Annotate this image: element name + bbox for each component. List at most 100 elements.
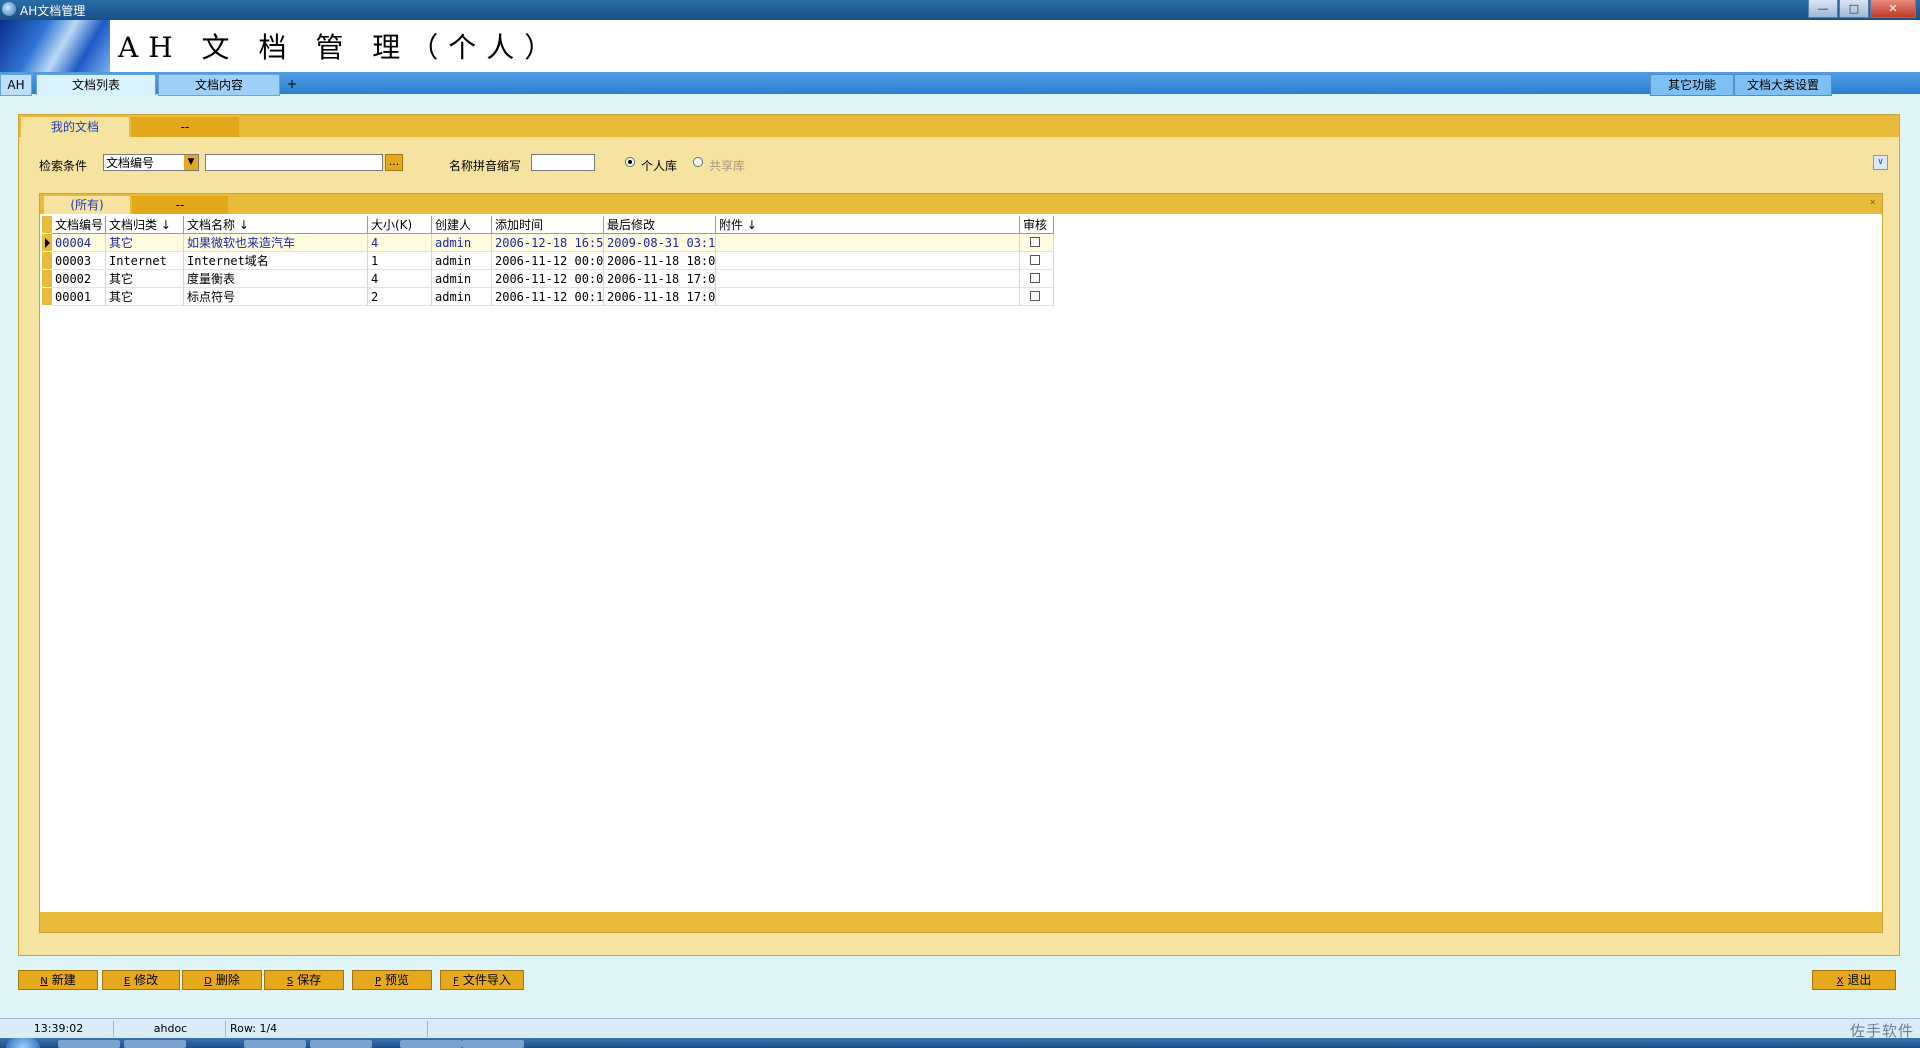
column-header-id[interactable]: 文档编号	[52, 216, 106, 234]
approved-checkbox[interactable]	[1030, 273, 1040, 283]
cell-creator: admin	[432, 288, 492, 306]
column-header-size[interactable]: 大小(K)	[368, 216, 432, 234]
status-user: ahdoc	[116, 1021, 226, 1037]
exit-button[interactable]: X 退出	[1812, 970, 1896, 990]
sort-arrow-icon: ↓	[160, 218, 171, 232]
pinyin-input[interactable]	[531, 154, 595, 171]
cell-attachment	[716, 288, 1020, 306]
tab-ah[interactable]: AH	[0, 74, 32, 96]
os-taskbar	[0, 1038, 1920, 1048]
taskbar-item[interactable]	[58, 1040, 120, 1048]
cell-name: Internet域名	[184, 252, 368, 270]
taskbar-item[interactable]	[310, 1040, 372, 1048]
column-header-attachment[interactable]: 附件 ↓	[716, 216, 1020, 234]
cell-modified: 2006-11-18 17:01	[604, 270, 716, 288]
app-banner: AH 文 档 管 理（个人）	[0, 20, 1920, 72]
maximize-button[interactable]: □	[1839, 0, 1869, 18]
search-field-select[interactable]: 文档编号 ▼	[103, 154, 199, 171]
start-orb-icon[interactable]	[6, 1038, 40, 1048]
cell-added: 2006-11-12 00:11	[492, 288, 604, 306]
cell-name: 如果微软也来造汽车	[184, 234, 368, 252]
taskbar-item[interactable]	[400, 1040, 462, 1048]
tab-document-list[interactable]: 文档列表	[36, 74, 156, 95]
column-header-creator[interactable]: 创建人	[432, 216, 492, 234]
cell-attachment	[716, 234, 1020, 252]
approved-checkbox[interactable]	[1030, 255, 1040, 265]
tab-grid-dash[interactable]: --	[132, 196, 228, 214]
column-header-added[interactable]: 添加时间	[492, 216, 604, 234]
tab-all[interactable]: (所有)	[44, 196, 130, 214]
search-input[interactable]	[205, 154, 383, 171]
cell-size: 2	[368, 288, 432, 306]
cell-id: 00003	[52, 252, 106, 270]
cell-creator: admin	[432, 252, 492, 270]
minimize-button[interactable]: —	[1808, 0, 1838, 18]
tab-panel-dash[interactable]: --	[131, 117, 239, 137]
cell-creator: admin	[432, 270, 492, 288]
chevron-down-icon[interactable]: ▼	[184, 155, 198, 170]
close-button[interactable]: ✕	[1870, 0, 1916, 18]
cell-category: 其它	[106, 288, 184, 306]
grid-tab-bar: (所有) -- ✕	[40, 194, 1882, 214]
collapse-chevron-icon[interactable]: ∨	[1873, 155, 1888, 170]
cell-modified: 2006-11-18 17:01	[604, 288, 716, 306]
new-button[interactable]: N 新建	[18, 970, 98, 990]
tab-other-functions[interactable]: 其它功能	[1650, 74, 1734, 96]
tab-my-documents[interactable]: 我的文档	[21, 117, 129, 137]
sort-arrow-icon: ↓	[746, 218, 757, 232]
cell-size: 1	[368, 252, 432, 270]
taskbar-item[interactable]	[244, 1040, 306, 1048]
approved-checkbox[interactable]	[1030, 237, 1040, 247]
column-header-modified[interactable]: 最后修改	[604, 216, 716, 234]
tab-category-settings[interactable]: 文档大类设置	[1734, 74, 1832, 96]
row-indicator	[42, 216, 52, 234]
tab-document-content[interactable]: 文档内容	[158, 74, 280, 96]
radio-shared-label: 共享库	[709, 159, 746, 173]
row-indicator	[42, 252, 52, 270]
status-bar: 13:39:02 ahdoc Row: 1/4 佐手软件	[0, 1018, 1920, 1040]
cell-approved	[1020, 234, 1054, 252]
search-label: 检索条件	[39, 159, 88, 173]
preview-button[interactable]: P 预览	[352, 970, 432, 990]
add-tab-button[interactable]: +	[284, 74, 300, 94]
cell-category: 其它	[106, 270, 184, 288]
cell-id: 00004	[52, 234, 106, 252]
taskbar-item[interactable]	[462, 1040, 524, 1048]
window-controls: — □ ✕	[1807, 0, 1916, 18]
import-file-button[interactable]: F 文件导入	[440, 970, 524, 990]
cell-id: 00002	[52, 270, 106, 288]
taskbar-item[interactable]	[124, 1040, 186, 1048]
edit-button[interactable]: E 修改	[102, 970, 180, 990]
search-row: 检索条件 文档编号 ▼ ... 名称拼音缩写 个人库 共享库 ∨	[33, 153, 1893, 175]
pinyin-label: 名称拼音缩写	[449, 159, 522, 173]
column-header-category[interactable]: 文档归类 ↓	[106, 216, 184, 234]
close-icon[interactable]: ✕	[1869, 198, 1876, 207]
action-bar: N 新建 E 修改 D 删除 S 保存 P 预览 F 文件导入 X 退出	[18, 970, 1898, 992]
cell-approved	[1020, 270, 1054, 288]
row-indicator	[42, 270, 52, 288]
cell-name: 度量衡表	[184, 270, 368, 288]
cell-modified: 2006-11-18 18:01	[604, 252, 716, 270]
cell-size: 4	[368, 270, 432, 288]
save-button[interactable]: S 保存	[264, 970, 344, 990]
app-title: AH 文 档 管 理（个人）	[118, 31, 563, 64]
cell-id: 00001	[52, 288, 106, 306]
cell-name: 标点符号	[184, 288, 368, 306]
radio-personal[interactable]	[625, 157, 635, 167]
radio-shared[interactable]	[693, 157, 703, 167]
cell-added: 2006-12-18 16:54	[492, 234, 604, 252]
cell-creator: admin	[432, 234, 492, 252]
cell-modified: 2009-08-31 03:10	[604, 234, 716, 252]
browse-button[interactable]: ...	[385, 154, 403, 171]
window-title: AH文档管理	[20, 4, 86, 18]
delete-button[interactable]: D 删除	[182, 970, 262, 990]
cell-approved	[1020, 288, 1054, 306]
column-header-name[interactable]: 文档名称 ↓	[184, 216, 368, 234]
search-field-value: 文档编号	[106, 156, 155, 170]
grid-footer	[40, 912, 1882, 932]
cell-category: Internet	[106, 252, 184, 270]
column-header-approved[interactable]: 审核	[1020, 216, 1054, 234]
approved-checkbox[interactable]	[1030, 291, 1040, 301]
cell-size: 4	[368, 234, 432, 252]
status-row: Row: 1/4	[228, 1021, 428, 1037]
